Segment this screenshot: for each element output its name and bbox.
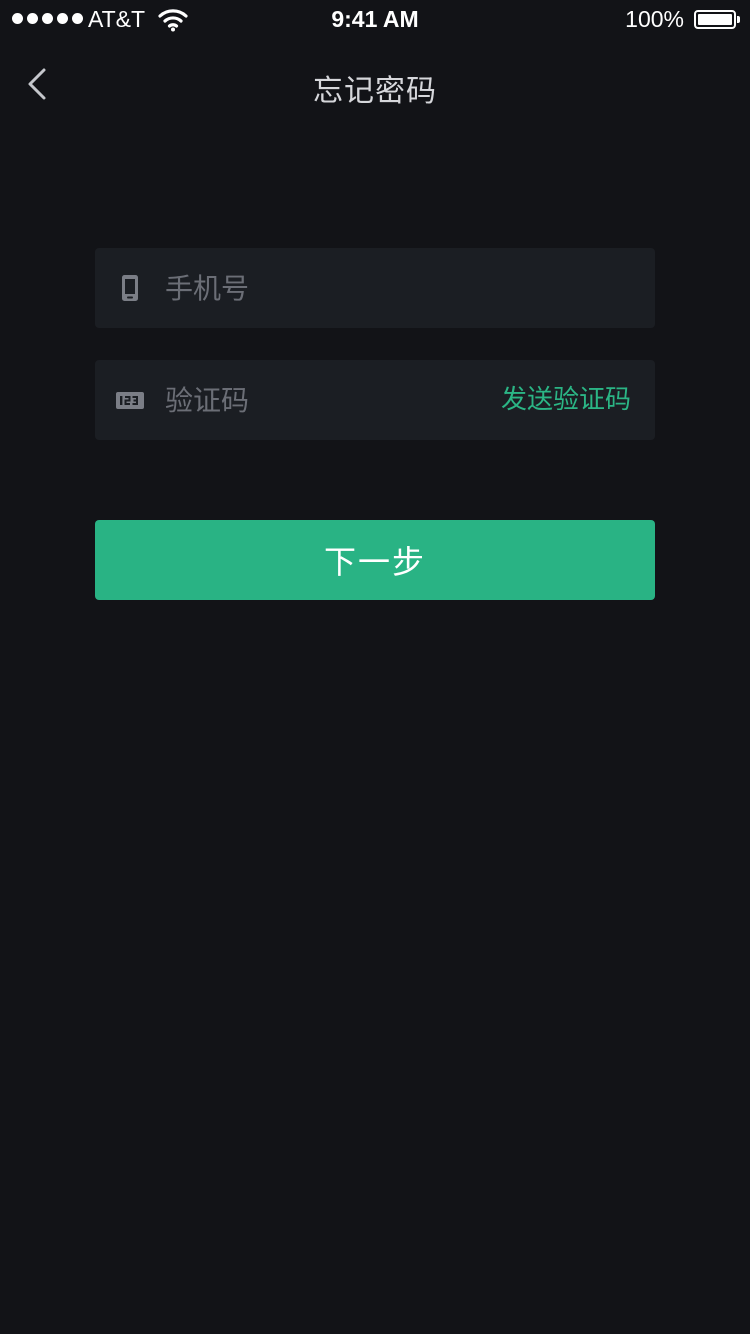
battery-percentage: 100% <box>625 6 684 32</box>
battery-tip <box>737 16 740 23</box>
battery-icon <box>694 10 736 29</box>
page-title: 忘记密码 <box>313 74 437 109</box>
navigation-bar: 忘记密码 <box>0 44 750 124</box>
phone-field <box>95 248 655 328</box>
verification-code-input[interactable] <box>165 360 425 440</box>
send-code-button[interactable]: 发送验证码 <box>501 360 631 440</box>
status-bar: AT&T 9:41 AM 100% <box>0 0 750 40</box>
verification-code-field: 发送验证码 <box>95 360 655 440</box>
next-step-button[interactable]: 下一步 <box>95 520 655 600</box>
phone-icon <box>116 274 144 302</box>
numeric-keypad-icon <box>116 386 144 414</box>
phone-input[interactable] <box>165 248 625 328</box>
